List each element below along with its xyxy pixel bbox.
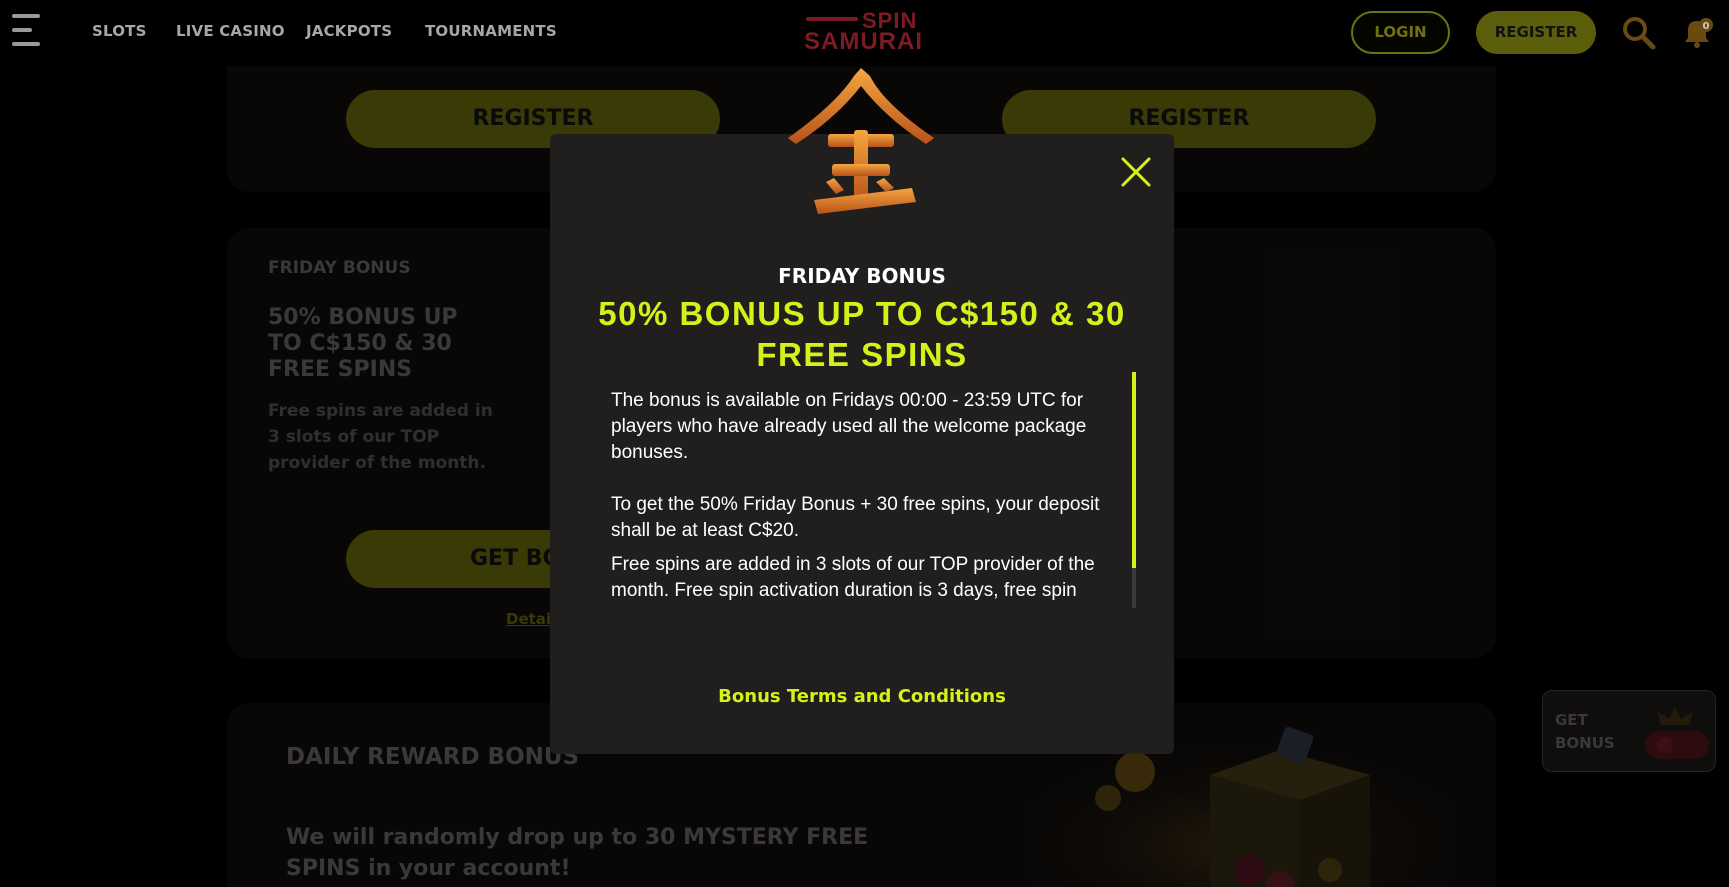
- login-button[interactable]: LOGIN: [1351, 11, 1450, 54]
- menu-icon[interactable]: [12, 13, 42, 47]
- modal-paragraph: Free spins are added in 3 slots of our T…: [611, 554, 1095, 601]
- modal-label: FRIDAY BONUS: [778, 264, 946, 288]
- gold-kanji-emblem-icon: [788, 68, 934, 214]
- nav-tournaments[interactable]: TOURNAMENTS: [425, 22, 557, 40]
- nav-slots[interactable]: SLOTS: [92, 22, 147, 40]
- nav-live-casino[interactable]: LIVE CASINO: [176, 22, 285, 40]
- close-icon[interactable]: [1120, 156, 1152, 188]
- modal-scrollbar-thumb[interactable]: [1132, 372, 1136, 568]
- modal-title: 50% BONUS UP TO C$150 & 30 FREE SPINS: [598, 295, 1126, 373]
- modal-paragraph: The bonus is available on Fridays 00:00 …: [611, 390, 1087, 463]
- logo-text-samurai: SAMURAI: [804, 28, 923, 55]
- site-header: SLOTS LIVE CASINO JACKPOTS TOURNAMENTS S…: [0, 0, 1729, 66]
- modal-description[interactable]: The bonus is available on Fridays 00:00 …: [611, 388, 1111, 608]
- nav-jackpots[interactable]: JACKPOTS: [306, 22, 392, 40]
- bell-icon[interactable]: 0: [1680, 16, 1714, 50]
- register-button-header[interactable]: REGISTER: [1476, 11, 1596, 54]
- logo-blade: [806, 17, 858, 21]
- modal-paragraph: To get the 50% Friday Bonus + 30 free sp…: [611, 494, 1100, 541]
- spin-samurai-logo[interactable]: SPIN SAMURAI: [800, 8, 928, 56]
- search-icon[interactable]: [1622, 16, 1656, 50]
- bonus-terms-link[interactable]: Bonus Terms and Conditions: [550, 686, 1174, 707]
- notification-count: 0: [1703, 21, 1710, 32]
